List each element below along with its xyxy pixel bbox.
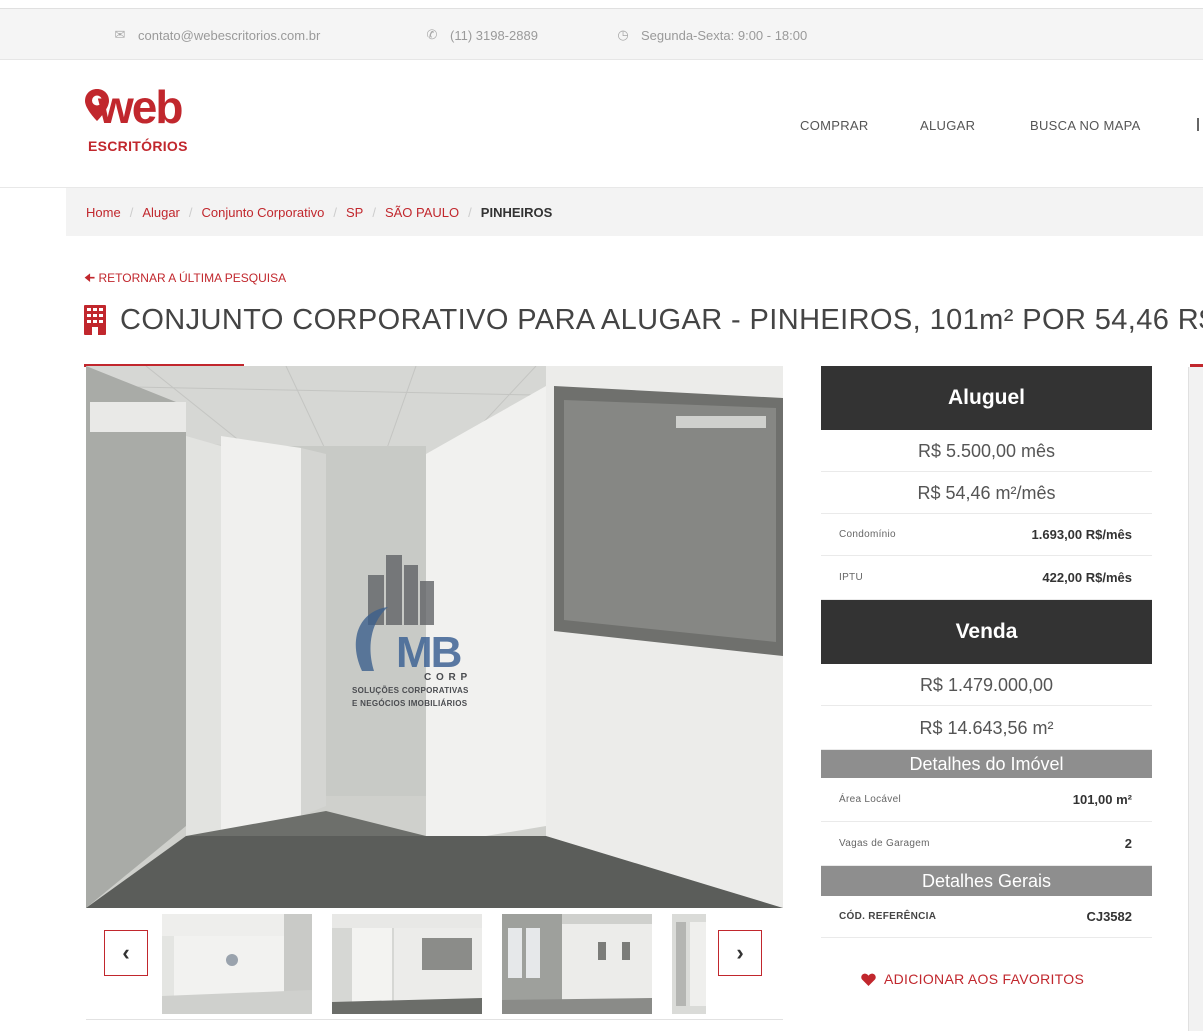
chevron-right-icon: › [736,940,744,965]
condominio-value: 1.693,00 R$/mês [1031,527,1132,542]
breadcrumb-separator: / [372,204,376,220]
thumbnail-4-image [672,914,706,1014]
breadcrumb: Home / Alugar / Conjunto Corporativo / S… [66,188,1203,236]
condominio-row: Condomínio 1.693,00 R$/mês [821,514,1152,556]
garage-row: Vagas de Garagem 2 [821,822,1152,866]
chevron-left-icon: ‹ [122,940,130,965]
sale-price-per-m2: R$ 14.643,56 m² [821,706,1152,750]
nav-alugar[interactable]: ALUGAR [920,118,975,133]
iptu-value: 422,00 R$/mês [1042,570,1132,585]
price-details-panel: Aluguel R$ 5.500,00 mês R$ 54,46 m²/mês … [821,366,1152,938]
listing-title: CONJUNTO CORPORATIVO PARA ALUGAR - PINHE… [120,303,1203,336]
condominio-label: Condomínio [839,529,896,540]
contact-phone[interactable]: ✆ (11) 3198-2889 [424,27,538,43]
contact-email[interactable]: ✉ contato@webescritorios.com.br [112,27,321,43]
thumbnail-4-partial[interactable] [672,914,706,1014]
iptu-label: IPTU [839,572,863,583]
rent-price-per-m2: R$ 54,46 m²/mês [821,472,1152,514]
building-icon [84,305,106,335]
breadcrumb-separator: / [333,204,337,220]
gallery-next-button[interactable]: › [718,930,762,976]
sale-price: R$ 1.479.000,00 [821,664,1152,706]
logo-subtitle: ESCRITÓRIOS [88,138,188,154]
gallery-prev-button[interactable]: ‹ [104,930,148,976]
thumbnail-2[interactable] [332,914,482,1014]
listing-title-row: CONJUNTO CORPORATIVO PARA ALUGAR - PINHE… [84,300,1203,340]
breadcrumb-home[interactable]: Home [86,205,121,220]
thumbnail-1[interactable] [162,914,312,1014]
thumbnail-3-image [502,914,652,1014]
logo-wordmark: web [98,81,183,133]
thumbnail-2-image [332,914,482,1014]
right-sidebar-edge [1188,367,1203,1031]
add-to-favorites-button[interactable]: ADICIONAR AOS FAVORITOS [861,971,1084,987]
reference-code-label: CÓD. REFERÊNCIA [839,911,937,922]
envelope-icon: ✉ [114,27,126,42]
area-row: Área Locável 101,00 m² [821,778,1152,822]
breadcrumb-current: PINHEIROS [480,204,553,220]
thumbnail-1-image [162,914,312,1014]
business-hours-text: Segunda-Sexta: 9:00 - 18:00 [641,27,808,43]
iptu-row: IPTU 422,00 R$/mês [821,556,1152,600]
thumbnail-3[interactable] [502,914,652,1014]
nav-busca-no-mapa[interactable]: BUSCA NO MAPA [1030,118,1141,133]
breadcrumb-alugar[interactable]: Alugar [142,205,180,220]
phone-icon: ✆ [426,27,438,42]
breadcrumb-conjunto-corporativo[interactable]: Conjunto Corporativo [202,205,325,220]
breadcrumb-sao-paulo[interactable]: SÃO PAULO [385,205,459,220]
reference-code-row: CÓD. REFERÊNCIA CJ3582 [821,896,1152,938]
sale-header: Venda [821,600,1152,664]
rent-header: Aluguel [821,366,1152,430]
area-label: Área Locável [839,794,901,805]
main-property-photo[interactable]: MB C O R P SOLUÇÕES CORPORATIVAS E NEGÓC… [86,366,783,908]
contact-email-text: contato@webescritorios.com.br [138,27,321,43]
area-value: 101,00 m² [1072,792,1132,807]
breadcrumb-separator: / [129,204,134,220]
heart-icon [861,973,876,986]
thumbnail-gallery: ‹ › [86,908,783,1020]
watermark-line2: E NEGÓCIOS IMOBILIÁRIOS [352,699,468,708]
nav-comprar[interactable]: COMPRAR [800,118,869,133]
watermark-brand: MB [396,628,462,677]
back-to-search-link[interactable]: 🠈 RETORNAR A ÚLTIMA PESQUISA [84,269,286,290]
site-logo[interactable]: web ESCRITÓRIOS [84,81,234,158]
site-header: web ESCRITÓRIOS COMPRAR ALUGAR BUSCA NO … [0,60,1203,188]
breadcrumb-separator: / [188,204,193,220]
add-to-favorites-label: ADICIONAR AOS FAVORITOS [884,971,1085,987]
business-hours: ◷ Segunda-Sexta: 9:00 - 18:00 [615,27,807,43]
garage-value: 2 [1124,836,1132,851]
arrow-left-icon: 🠈 [84,271,96,285]
contact-phone-text: (11) 3198-2889 [450,27,538,43]
watermark-corp: C O R P [424,672,469,683]
watermark-line1: SOLUÇÕES CORPORATIVAS [352,686,469,695]
clock-icon: ◷ [617,27,629,42]
breadcrumb-separator: / [468,204,472,220]
property-details-header: Detalhes do Imóvel [821,750,1152,778]
top-contact-bar: ✉ contato@webescritorios.com.br ✆ (11) 3… [0,8,1203,60]
breadcrumb-sp[interactable]: SP [346,205,363,220]
garage-label: Vagas de Garagem [839,838,930,849]
back-to-search-label: RETORNAR A ÚLTIMA PESQUISA [98,271,287,285]
rent-monthly-price: R$ 5.500,00 mês [821,430,1152,472]
general-details-header: Detalhes Gerais [821,866,1152,896]
reference-code-value: CJ3582 [1086,909,1132,924]
nav-overflow-edge [1197,118,1199,131]
